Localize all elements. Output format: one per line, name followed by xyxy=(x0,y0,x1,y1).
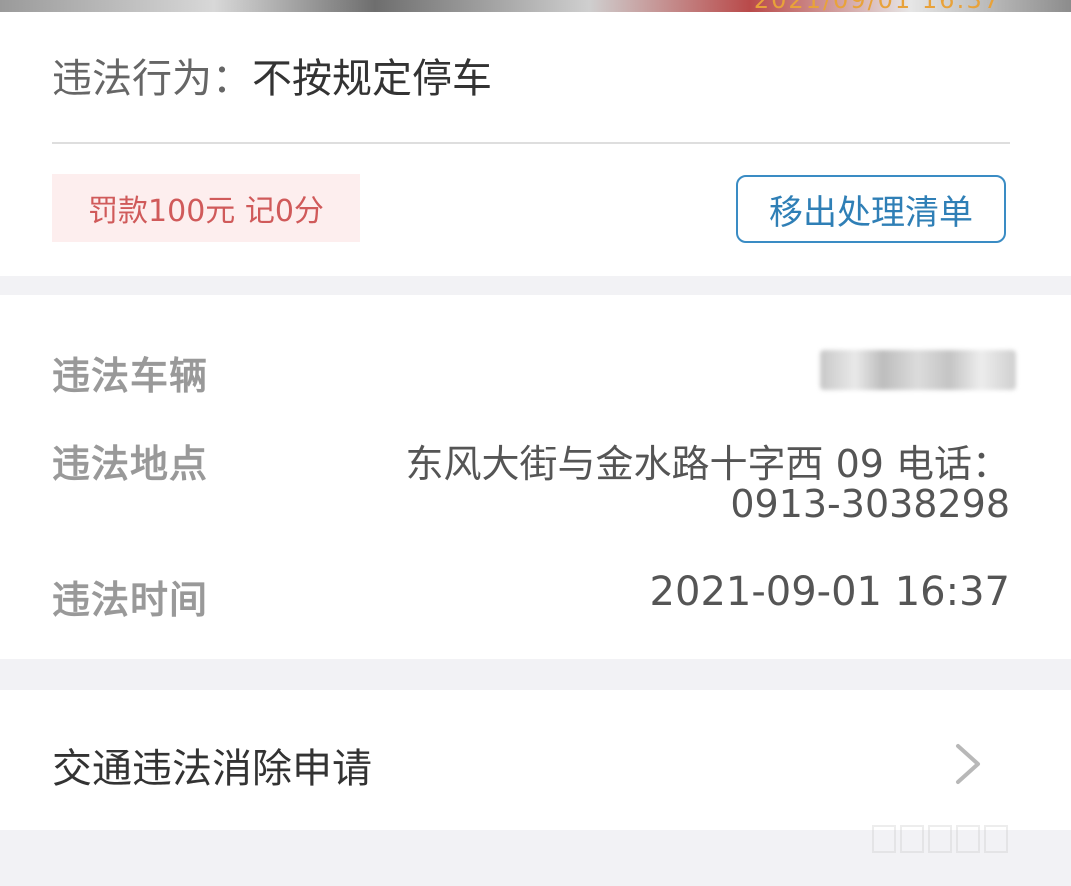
violation-summary-card: 违法行为：不按规定停车 罚款100元 记0分 移出处理清单 xyxy=(0,12,1071,276)
location-label: 违法地点 xyxy=(52,442,209,486)
penalty-badge: 罚款100元 记0分 xyxy=(52,174,360,242)
divider xyxy=(52,142,1010,144)
violation-details-card: 违法车辆 违法地点 东风大街与金水路十字西 09 电话： 0913-303829… xyxy=(0,295,1071,659)
violation-type-row: 违法行为：不按规定停车 xyxy=(52,54,492,104)
license-plate-redacted xyxy=(820,350,1016,390)
remove-from-list-button[interactable]: 移出处理清单 xyxy=(736,175,1006,243)
chevron-right-icon xyxy=(956,744,980,784)
evidence-photo[interactable]: 2021/09/01 16:37 xyxy=(0,0,1071,12)
location-value: 东风大街与金水路十字西 09 电话： xyxy=(405,442,1010,486)
location-phone: 0913-3038298 xyxy=(730,482,1010,526)
time-label: 违法时间 xyxy=(52,578,209,622)
appeal-label: 交通违法消除申请 xyxy=(52,746,372,792)
violation-type-value: 不按规定停车 xyxy=(252,56,492,102)
appeal-row[interactable]: 交通违法消除申请 xyxy=(0,690,1071,830)
vehicle-label: 违法车辆 xyxy=(52,354,209,398)
violation-type-label: 违法行为： xyxy=(52,56,252,102)
time-value: 2021-09-01 16:37 xyxy=(649,569,1010,615)
watermark-logo xyxy=(872,825,1008,853)
photo-timestamp: 2021/09/01 16:37 xyxy=(754,0,1001,12)
